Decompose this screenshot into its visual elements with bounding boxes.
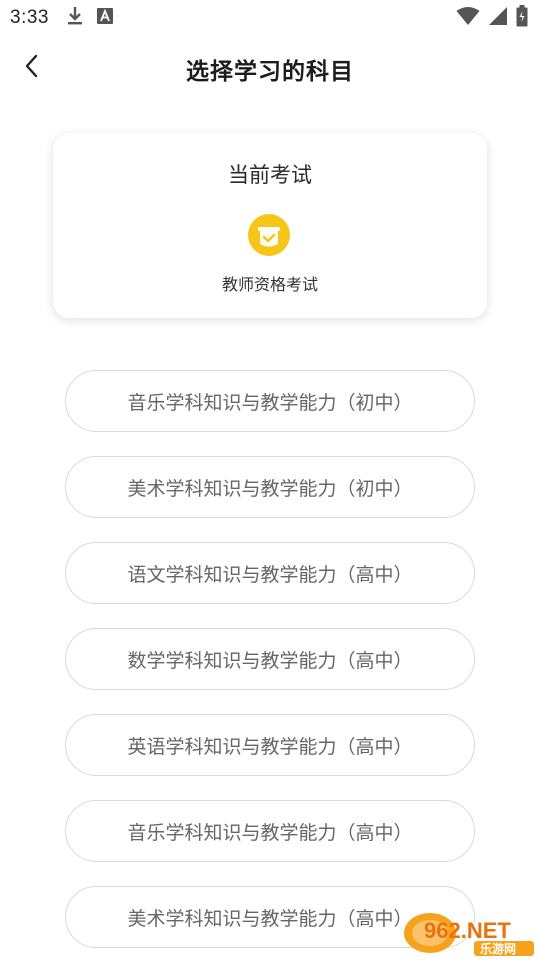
current-exam-title: 当前考试 [228, 163, 312, 187]
download-icon [67, 6, 83, 30]
signal-icon [488, 6, 508, 30]
subject-item[interactable]: 音乐学科知识与教学能力（高中） [65, 800, 475, 862]
subject-list: 音乐学科知识与教学能力（初中） 美术学科知识与教学能力（初中） 语文学科知识与教… [65, 370, 475, 972]
wifi-icon [456, 6, 480, 30]
status-time: 3:33 [10, 7, 49, 28]
exam-badge-icon [248, 214, 290, 256]
watermark-brand-bottom: 乐游网 [480, 941, 516, 956]
subject-item[interactable]: 数学学科知识与教学能力（高中） [65, 628, 475, 690]
subject-item[interactable]: 美术学科知识与教学能力（初中） [65, 456, 475, 518]
subject-item[interactable]: 语文学科知识与教学能力（高中） [65, 542, 475, 604]
site-watermark-logo: 962.NET 乐游网 [402, 908, 538, 958]
current-exam-card[interactable]: 当前考试 教师资格考试 [53, 133, 487, 318]
subject-item[interactable]: 英语学科知识与教学能力（高中） [65, 714, 475, 776]
exam-name: 教师资格考试 [221, 275, 318, 294]
page-title: 选择学习的科目 [186, 59, 354, 85]
subject-item[interactable]: 音乐学科知识与教学能力（初中） [65, 370, 475, 432]
watermark-brand-top: 962.NET [424, 918, 511, 943]
app-header: 选择学习的科目 [0, 36, 540, 100]
status-bar: 3:33 [0, 0, 540, 36]
text-a-icon [96, 8, 113, 28]
battery-icon [516, 5, 528, 31]
